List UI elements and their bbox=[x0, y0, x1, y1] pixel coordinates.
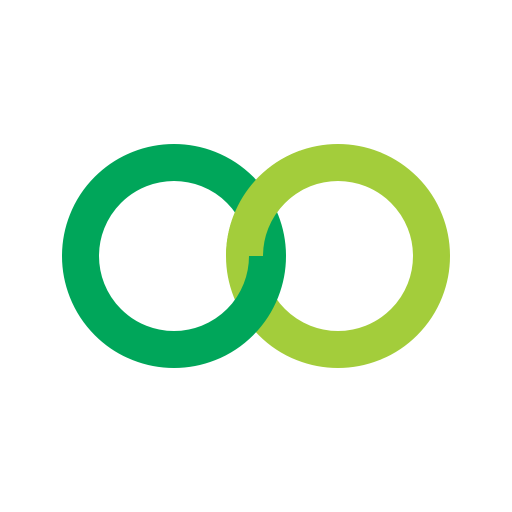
interlocking-rings-icon bbox=[62, 144, 450, 368]
app-icon-canvas bbox=[0, 0, 512, 512]
